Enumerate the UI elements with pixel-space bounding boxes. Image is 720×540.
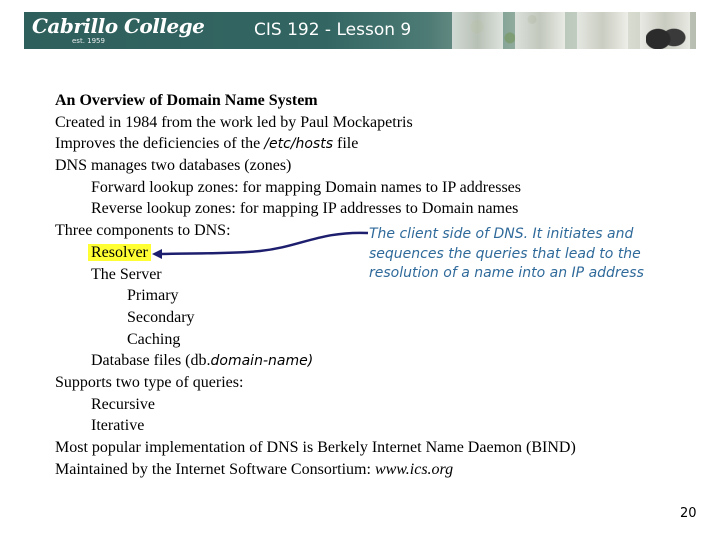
line-caching: Caching bbox=[127, 330, 181, 348]
line-forward-zones: Forward lookup zones: for mapping Domain… bbox=[91, 178, 521, 196]
line-primary: Primary bbox=[127, 287, 179, 305]
slide-content: An Overview of Domain Name System Create… bbox=[55, 90, 576, 480]
line-popular: Most popular implementation of DNS is Be… bbox=[55, 439, 576, 456]
ics-url[interactable]: www.ics.org bbox=[375, 461, 453, 478]
page-number: 20 bbox=[680, 506, 697, 521]
line-supports: Supports two type of queries: bbox=[55, 373, 244, 391]
line-iterative: Iterative bbox=[91, 417, 145, 435]
hosts-file: /etc/hosts bbox=[264, 136, 333, 153]
line-database-files: Database files (db.domain-name) bbox=[55, 350, 576, 372]
college-logo: Cabrillo College bbox=[32, 14, 205, 38]
maintained-prefix: Maintained by the Internet Software Cons… bbox=[55, 460, 375, 478]
dbfiles-prefix: Database files (db. bbox=[91, 352, 211, 370]
improves-prefix: Improves the deficiencies of the bbox=[55, 135, 265, 153]
resolver-highlight: Resolver bbox=[88, 243, 151, 261]
line-secondary: Secondary bbox=[127, 308, 195, 326]
college-logo-est: est. 1959 bbox=[72, 37, 105, 45]
line-reverse-zones: Reverse lookup zones: for mapping IP add… bbox=[91, 200, 519, 218]
resolver-annotation: The client side of DNS. It initiates and… bbox=[369, 226, 644, 281]
dbfiles-name: domain-name) bbox=[210, 353, 314, 370]
banner-people-image bbox=[646, 16, 686, 49]
line-maintained: Maintained by the Internet Software Cons… bbox=[55, 459, 576, 481]
improves-suffix: file bbox=[333, 135, 359, 153]
annotation-arrow bbox=[152, 231, 369, 259]
line-improves: Improves the deficiencies of the /etc/ho… bbox=[55, 133, 576, 155]
content-heading: An Overview of Domain Name System bbox=[55, 92, 318, 109]
line-recursive: Recursive bbox=[91, 395, 155, 413]
line-dns-manages: DNS manages two databases (zones) bbox=[55, 157, 292, 175]
header-banner: Cabrillo College est. 1959 CIS 192 - Les… bbox=[24, 12, 696, 49]
line-created: Created in 1984 from the work led by Pau… bbox=[55, 113, 413, 131]
slide-title: CIS 192 - Lesson 9 bbox=[254, 20, 412, 40]
